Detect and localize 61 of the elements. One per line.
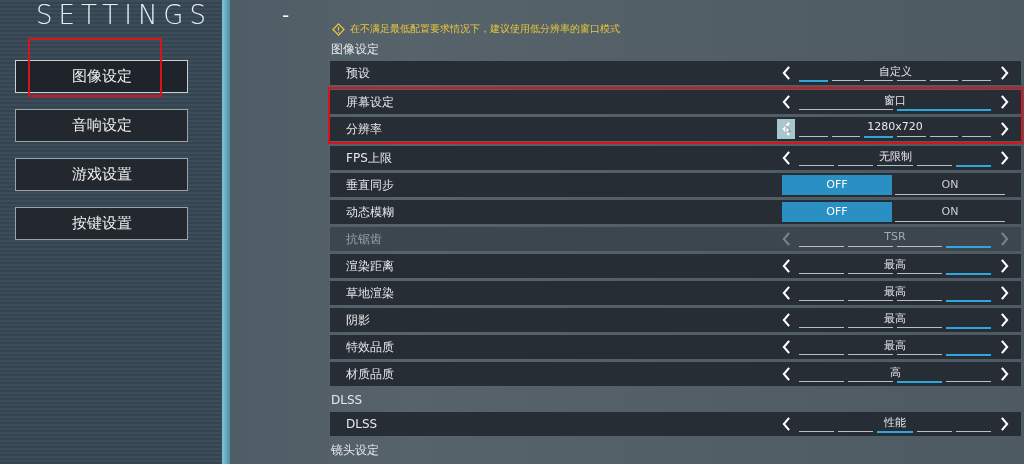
title-dash: - bbox=[282, 3, 290, 27]
chevron-left-icon bbox=[781, 367, 791, 381]
chevron-right-icon bbox=[999, 232, 1009, 246]
setting-value: 最高 bbox=[883, 257, 907, 272]
setting-value: 高 bbox=[888, 365, 902, 380]
setting-label: 预设 bbox=[346, 64, 370, 82]
setting-value: 窗口 bbox=[883, 93, 907, 108]
chevron-right-icon bbox=[999, 367, 1009, 381]
setting-label: 垂直同步 bbox=[346, 176, 394, 194]
menu-button[interactable]: 按键设置 bbox=[15, 207, 188, 240]
menu-button[interactable]: 图像设定 bbox=[15, 60, 188, 93]
chevron-left-icon bbox=[781, 417, 791, 431]
chevron-right-icon bbox=[999, 340, 1009, 354]
setting-label: FPS上限 bbox=[346, 149, 392, 167]
chevron-right-icon bbox=[999, 286, 1009, 300]
chevron-right-icon bbox=[999, 259, 1009, 273]
chevron-left-icon bbox=[781, 286, 791, 300]
setting-value: 自定义 bbox=[877, 64, 913, 79]
chevron-left-icon bbox=[781, 313, 791, 327]
chevron-right-icon bbox=[999, 151, 1009, 165]
menu-button[interactable]: 游戏设置 bbox=[15, 158, 188, 191]
setting-value: TSR bbox=[883, 230, 907, 243]
toggle-option[interactable]: OFF bbox=[782, 202, 892, 222]
setting-label: 动态模糊 bbox=[346, 203, 394, 221]
settings-title: SETTINGS bbox=[36, 0, 212, 30]
cursor-icon bbox=[785, 125, 792, 135]
setting-value: 最高 bbox=[883, 338, 907, 353]
setting-value: 最高 bbox=[883, 311, 907, 326]
chevron-left-icon bbox=[781, 259, 791, 273]
setting-label: 抗锯齿 bbox=[346, 230, 382, 248]
setting-label: 屏幕设定 bbox=[346, 93, 394, 111]
warning-icon bbox=[332, 22, 345, 36]
warning-text: 在不满足最低配置要求情况下，建议使用低分辨率的窗口模式 bbox=[350, 22, 620, 36]
setting-value: 性能 bbox=[883, 415, 907, 430]
chevron-right-icon bbox=[999, 417, 1009, 431]
setting-value: 1280x720 bbox=[866, 120, 924, 133]
chevron-right-icon bbox=[999, 122, 1009, 136]
section-title: DLSS bbox=[330, 392, 364, 409]
toggle-option[interactable]: ON bbox=[895, 202, 1005, 222]
setting-label: 分辨率 bbox=[346, 120, 382, 138]
chevron-left-icon bbox=[781, 66, 791, 80]
chevron-right-icon bbox=[999, 95, 1009, 109]
toggle-option[interactable]: ON bbox=[895, 175, 1005, 195]
chevron-right-icon bbox=[999, 313, 1009, 327]
setting-label: 阴影 bbox=[346, 311, 370, 329]
menu-button[interactable]: 音响设定 bbox=[15, 109, 188, 142]
setting-value: 最高 bbox=[883, 284, 907, 299]
chevron-left-icon bbox=[781, 232, 791, 246]
section-title: 镜头设定 bbox=[330, 442, 380, 459]
toggle-option[interactable]: OFF bbox=[782, 175, 892, 195]
chevron-left-icon bbox=[781, 340, 791, 354]
setting-label: 特效品质 bbox=[346, 338, 394, 356]
setting-label: 材质品质 bbox=[346, 365, 394, 383]
chevron-right-icon bbox=[999, 66, 1009, 80]
chevron-left-icon bbox=[781, 95, 791, 109]
section-title: 图像设定 bbox=[330, 41, 380, 58]
setting-label: 渲染距离 bbox=[346, 257, 394, 275]
chevron-left-icon bbox=[781, 151, 791, 165]
setting-label: 草地渲染 bbox=[346, 284, 394, 302]
setting-label: DLSS bbox=[346, 417, 378, 431]
setting-value: 无限制 bbox=[877, 149, 913, 164]
